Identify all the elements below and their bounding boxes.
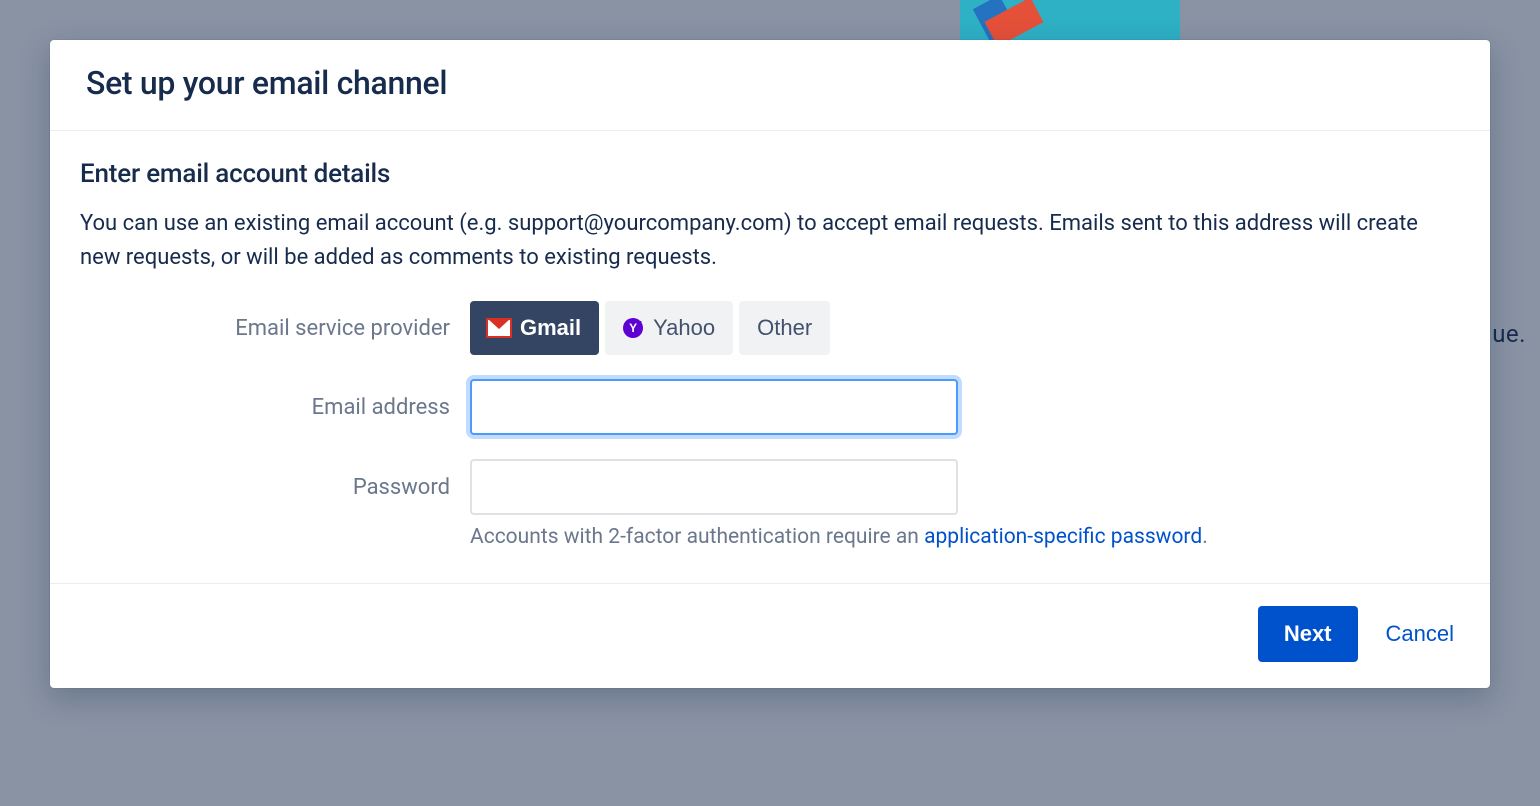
- hint-row: Accounts with 2-factor authentication re…: [80, 525, 1460, 549]
- provider-row: Email service provider Gmail Y! Yahoo Ot…: [80, 301, 1460, 355]
- hint-suffix: .: [1202, 525, 1208, 549]
- password-row: Password: [80, 459, 1460, 515]
- provider-button-group: Gmail Y! Yahoo Other: [470, 301, 830, 355]
- section-description: You can use an existing email account (e…: [80, 207, 1460, 275]
- gmail-icon: [488, 320, 510, 336]
- email-label: Email address: [80, 395, 470, 420]
- app-specific-password-link[interactable]: application-specific password: [924, 525, 1202, 549]
- email-row: Email address: [80, 379, 1460, 435]
- provider-option-label: Other: [757, 315, 812, 341]
- modal-body: Enter email account details You can use …: [50, 131, 1490, 583]
- next-button[interactable]: Next: [1258, 606, 1358, 662]
- provider-option-yahoo[interactable]: Y! Yahoo: [605, 301, 733, 355]
- two-factor-hint: Accounts with 2-factor authentication re…: [470, 525, 1208, 549]
- cancel-button[interactable]: Cancel: [1380, 613, 1460, 655]
- modal-header: Set up your email channel: [50, 40, 1490, 131]
- background-partial-text: ue.: [1492, 320, 1526, 348]
- provider-option-label: Gmail: [520, 315, 581, 341]
- password-label: Password: [80, 475, 470, 500]
- setup-email-modal: Set up your email channel Enter email ac…: [50, 40, 1490, 688]
- section-title: Enter email account details: [80, 159, 1460, 189]
- email-input[interactable]: [470, 379, 958, 435]
- password-input[interactable]: [470, 459, 958, 515]
- provider-option-label: Yahoo: [653, 315, 715, 341]
- modal-footer: Next Cancel: [50, 583, 1490, 688]
- yahoo-icon: Y!: [623, 318, 643, 339]
- hint-prefix: Accounts with 2-factor authentication re…: [470, 525, 924, 549]
- provider-option-gmail[interactable]: Gmail: [470, 301, 599, 355]
- modal-title: Set up your email channel: [86, 64, 1454, 102]
- provider-option-other[interactable]: Other: [739, 301, 830, 355]
- provider-label: Email service provider: [80, 316, 470, 341]
